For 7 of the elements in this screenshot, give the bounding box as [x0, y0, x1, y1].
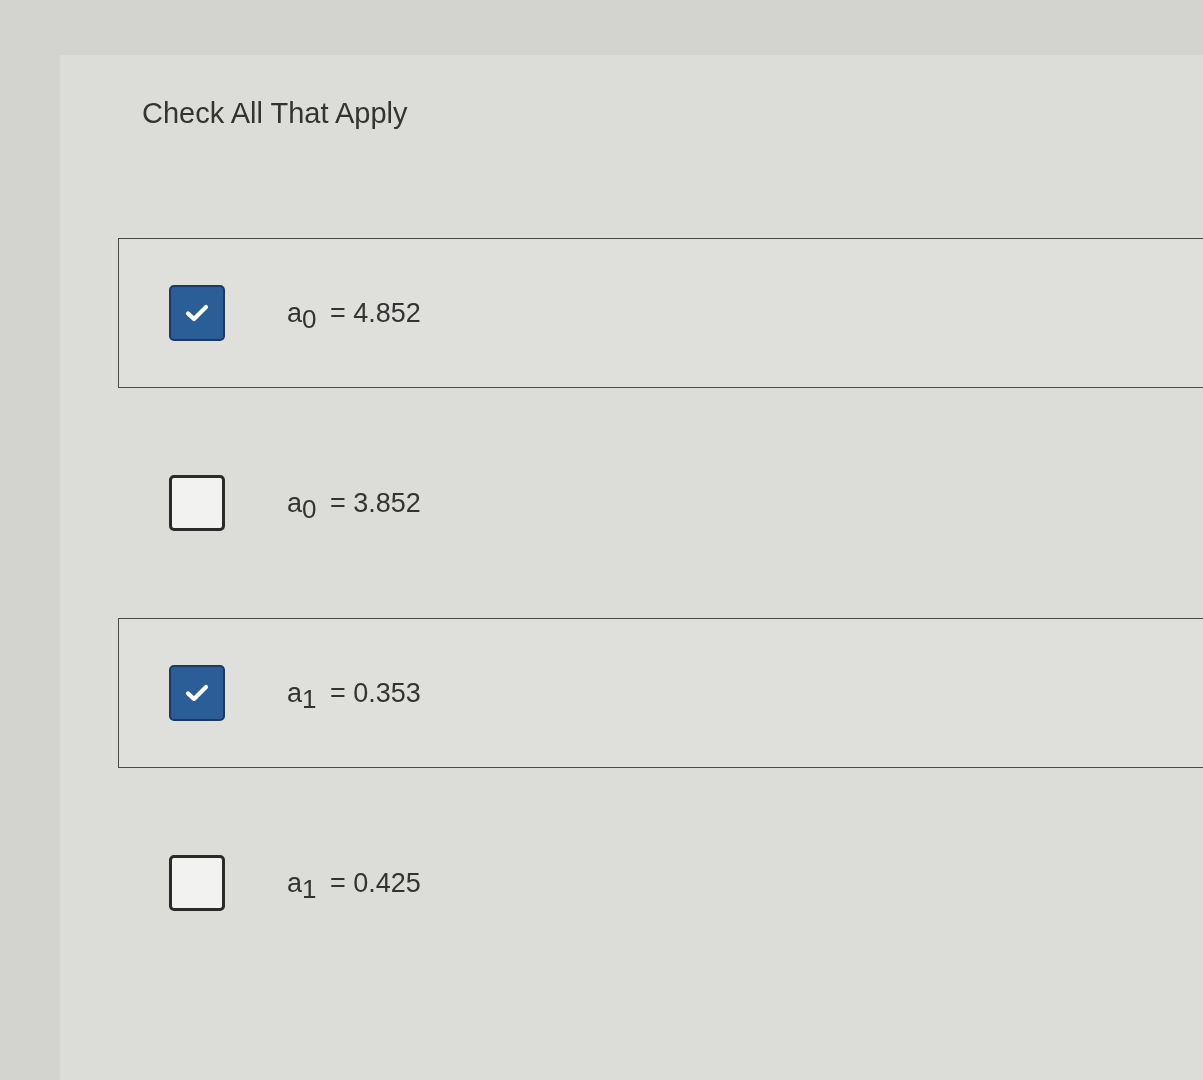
checkbox[interactable]: [169, 285, 225, 341]
checkbox[interactable]: [169, 475, 225, 531]
check-icon: [185, 304, 209, 322]
question-instruction: Check All That Apply: [142, 96, 408, 131]
checkbox[interactable]: [169, 665, 225, 721]
check-icon: [185, 684, 209, 702]
checkbox[interactable]: [169, 855, 225, 911]
